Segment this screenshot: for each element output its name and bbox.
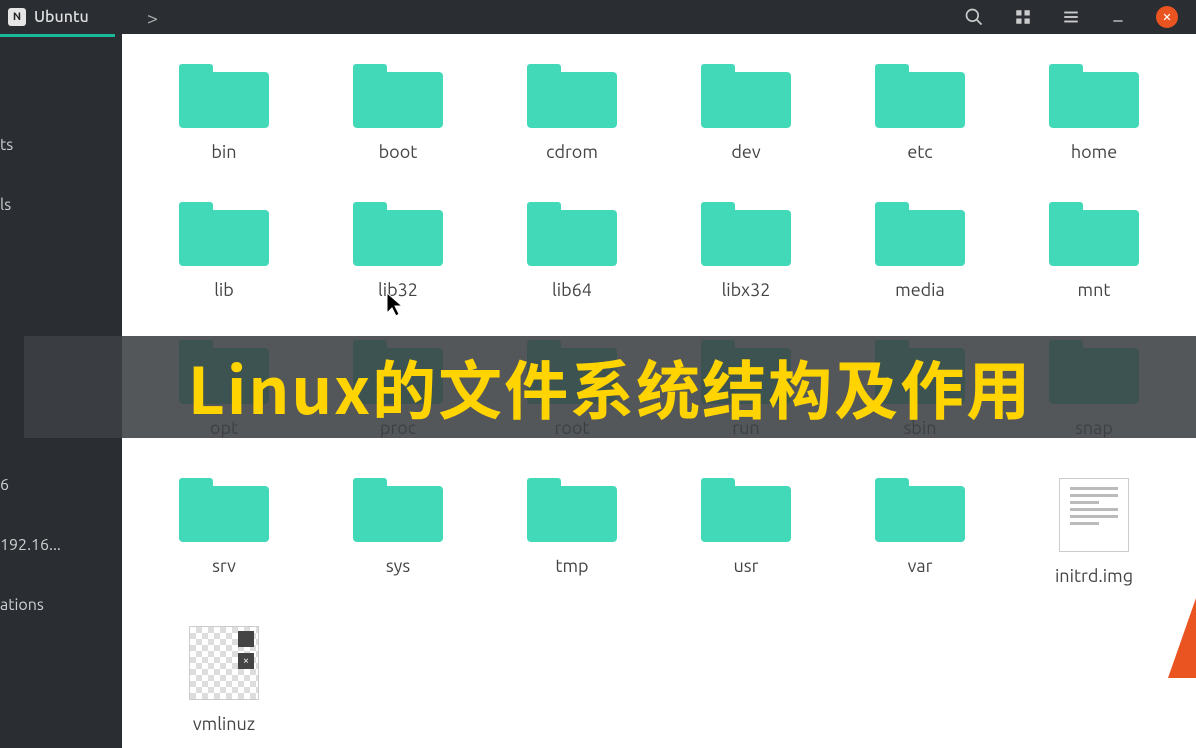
file-label: media [895, 280, 945, 300]
close-button[interactable] [1156, 6, 1178, 28]
file-label: lib64 [552, 280, 592, 300]
file-label: var [908, 556, 933, 576]
sidebar-item[interactable]: ls [0, 186, 122, 224]
grid-view-icon[interactable] [1014, 8, 1032, 26]
titlebar: N Ubuntu > [0, 0, 1196, 34]
file-label: vmlinuz [193, 714, 255, 734]
app-title: Ubuntu [34, 8, 89, 26]
folder-icon [875, 64, 965, 128]
file-label: tmp [555, 556, 588, 576]
file-label: home [1071, 142, 1117, 162]
decorative-triangle [1168, 598, 1196, 678]
file-item-lib[interactable]: lib [142, 202, 306, 300]
file-label: initrd.img [1055, 566, 1133, 586]
file-item-initrd.img[interactable]: initrd.img [1012, 478, 1176, 586]
file-label: bin [211, 142, 236, 162]
file-label: mnt [1078, 280, 1111, 300]
file-item-srv[interactable]: srv [142, 478, 306, 586]
minimize-icon[interactable] [1110, 9, 1126, 25]
text-file-icon [1059, 478, 1129, 552]
file-item-libx32[interactable]: libx32 [664, 202, 828, 300]
file-item-vmlinuz[interactable]: × vmlinuz [142, 626, 306, 734]
sidebar-item[interactable]: ts [0, 126, 122, 164]
file-item-dev[interactable]: dev [664, 64, 828, 162]
app-icon: N [8, 8, 26, 26]
file-item-bin[interactable]: bin [142, 64, 306, 162]
image-file-icon: × [189, 626, 259, 700]
file-item-etc[interactable]: etc [838, 64, 1002, 162]
titlebar-actions [964, 6, 1188, 28]
file-item-media[interactable]: media [838, 202, 1002, 300]
search-icon[interactable] [964, 7, 984, 27]
folder-icon [179, 478, 269, 542]
file-item-boot[interactable]: boot [316, 64, 480, 162]
file-item-sys[interactable]: sys [316, 478, 480, 586]
folder-icon [701, 478, 791, 542]
file-label: libx32 [722, 280, 771, 300]
file-label: cdrom [546, 142, 598, 162]
file-item-mnt[interactable]: mnt [1012, 202, 1176, 300]
folder-icon [353, 64, 443, 128]
folder-icon [527, 202, 617, 266]
file-label: dev [731, 142, 760, 162]
cursor-icon [385, 291, 405, 323]
file-label: usr [734, 556, 759, 576]
file-item-lib64[interactable]: lib64 [490, 202, 654, 300]
file-item-lib32[interactable]: lib32 [316, 202, 480, 300]
file-label: etc [907, 142, 932, 162]
folder-icon [875, 202, 965, 266]
file-label: sys [386, 556, 410, 576]
sidebar-item[interactable]: 6 [0, 466, 122, 504]
hamburger-menu-icon[interactable] [1062, 8, 1080, 26]
folder-icon [1049, 64, 1139, 128]
sidebar-item[interactable]: ations [0, 586, 122, 624]
file-item-var[interactable]: var [838, 478, 1002, 586]
folder-icon [701, 64, 791, 128]
sidebar-item[interactable]: 192.16... [0, 526, 122, 564]
folder-icon [353, 202, 443, 266]
file-item-cdrom[interactable]: cdrom [490, 64, 654, 162]
folder-icon [701, 202, 791, 266]
file-item-home[interactable]: home [1012, 64, 1176, 162]
file-label: srv [212, 556, 236, 576]
nav-forward-icon[interactable]: > [147, 6, 158, 29]
folder-icon [179, 202, 269, 266]
active-tab-indicator [0, 34, 115, 37]
folder-icon [1049, 202, 1139, 266]
file-item-tmp[interactable]: tmp [490, 478, 654, 586]
folder-icon [179, 64, 269, 128]
folder-icon [527, 478, 617, 542]
banner-text: Linux的文件系统结构及作用 [188, 341, 1032, 433]
title-banner: Linux的文件系统结构及作用 [24, 336, 1196, 438]
folder-icon [875, 478, 965, 542]
file-item-usr[interactable]: usr [664, 478, 828, 586]
file-label: boot [379, 142, 418, 162]
file-label: lib [214, 280, 234, 300]
folder-icon [353, 478, 443, 542]
folder-icon [527, 64, 617, 128]
titlebar-left: N Ubuntu > [8, 6, 158, 29]
